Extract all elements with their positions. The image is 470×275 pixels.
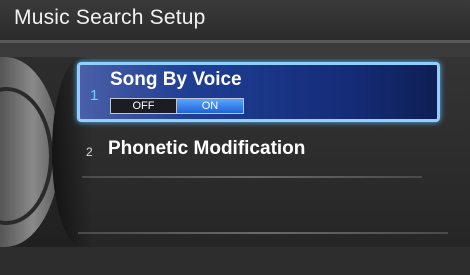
frame-band bbox=[0, 43, 470, 57]
bottom-bar bbox=[0, 247, 470, 275]
list-divider bbox=[78, 232, 448, 234]
music-search-setup-screen: Music Search Setup 1 Song By Voice OFF O… bbox=[0, 0, 470, 275]
toggle-option-on[interactable]: ON bbox=[177, 99, 243, 113]
menu-item-label: Song By Voice bbox=[110, 69, 242, 90]
menu-item-song-by-voice[interactable]: 1 Song By Voice OFF ON bbox=[77, 62, 440, 122]
menu-item-number: 1 bbox=[90, 87, 99, 104]
menu-item-label: Phonetic Modification bbox=[108, 138, 306, 159]
menu-item-number: 2 bbox=[86, 145, 93, 159]
toggle-option-off[interactable]: OFF bbox=[111, 99, 177, 113]
selector-knob-arc bbox=[0, 87, 53, 225]
menu-item-phonetic-modification[interactable]: 2 Phonetic Modification bbox=[86, 138, 436, 166]
header-bar: Music Search Setup bbox=[0, 0, 470, 40]
song-by-voice-toggle[interactable]: OFF ON bbox=[110, 98, 244, 114]
page-title: Music Search Setup bbox=[14, 6, 206, 29]
selector-rail bbox=[0, 57, 60, 247]
list-divider bbox=[82, 176, 422, 178]
